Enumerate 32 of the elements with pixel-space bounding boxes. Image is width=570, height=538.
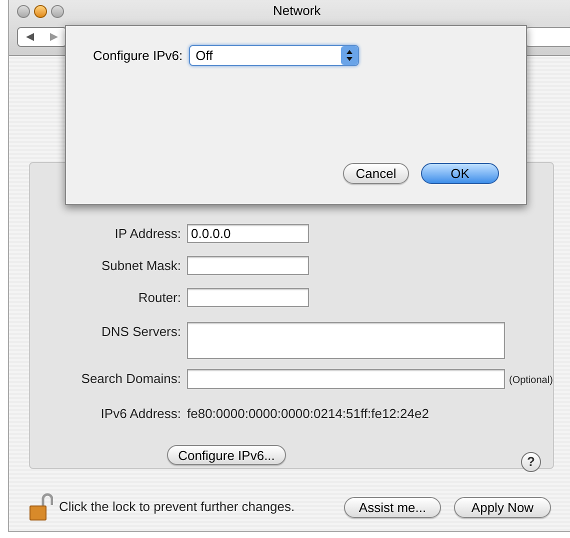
- configure-ipv6-button[interactable]: Configure IPv6...: [167, 444, 286, 464]
- optional-note: (Optional): [509, 374, 553, 388]
- field-label: IP Address:: [114, 225, 182, 243]
- field-label: DNS Servers:: [100, 323, 182, 341]
- input-field[interactable]: [187, 288, 309, 307]
- input-field[interactable]: [187, 322, 505, 359]
- cancel-button[interactable]: Cancel: [343, 163, 409, 184]
- select-value: Off: [194, 46, 214, 65]
- assist-button[interactable]: Assist me...: [344, 496, 441, 518]
- close-window-icon[interactable]: [17, 4, 30, 18]
- zoom-window-icon[interactable]: [51, 4, 64, 18]
- lock-hint-text: Click the lock to prevent further changes.: [59, 498, 295, 516]
- input-field[interactable]: 0.0.0.0: [187, 224, 309, 243]
- field-label: Search Domains:: [80, 370, 182, 388]
- input-field[interactable]: [187, 369, 505, 389]
- apply-now-button[interactable]: Apply Now: [454, 496, 551, 518]
- back-forward-control[interactable]: [17, 27, 67, 47]
- ipv6-address-value: fe80:0000:0000:0000:0214:51ff:fe12:24e2: [187, 405, 429, 423]
- stepper-arrows-icon: [340, 46, 358, 65]
- forward-arrow-icon[interactable]: [50, 33, 58, 41]
- help-button[interactable]: ?: [521, 452, 541, 472]
- input-field[interactable]: [187, 256, 309, 275]
- ok-button[interactable]: OK: [421, 163, 499, 184]
- ipv6-address-label: IPv6 Address:: [100, 405, 182, 423]
- field-label: Subnet Mask:: [100, 257, 182, 275]
- configure-ipv6-label: Configure IPv6:: [93, 46, 183, 65]
- window-title: Network: [273, 2, 321, 20]
- back-arrow-icon[interactable]: [26, 33, 34, 41]
- field-label: Router:: [137, 289, 182, 307]
- configure-ipv6-select[interactable]: Off: [188, 45, 359, 66]
- unlocked-padlock-icon[interactable]: [29, 493, 53, 521]
- minimize-window-icon[interactable]: [34, 4, 47, 18]
